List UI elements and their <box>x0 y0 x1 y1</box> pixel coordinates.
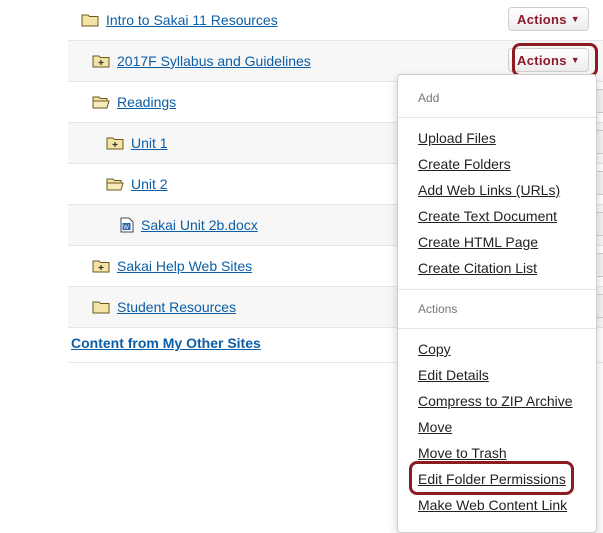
caret-down-icon: ▼ <box>570 14 580 24</box>
menu-header-add: Add <box>418 91 440 105</box>
folder-open-icon <box>92 96 110 109</box>
menu-divider <box>398 117 596 118</box>
other-sites-link[interactable]: Content from My Other Sites <box>71 335 261 351</box>
tree-item-label[interactable]: Unit 1 <box>131 135 168 151</box>
svg-text:W: W <box>123 225 129 231</box>
word-document-icon: W <box>120 217 134 233</box>
actions-button-highlight <box>512 43 598 77</box>
folder-icon <box>92 301 110 314</box>
menu-divider <box>398 289 596 290</box>
menu-item-add-web-links[interactable]: Add Web Links (URLs) <box>418 182 560 198</box>
tree-item-label[interactable]: Sakai Unit 2b.docx <box>141 217 258 233</box>
menu-divider <box>398 328 596 329</box>
menu-item-move-to-trash[interactable]: Move to Trash <box>418 445 507 461</box>
actions-button[interactable]: Actions ▼ <box>508 7 589 31</box>
menu-item-copy[interactable]: Copy <box>418 341 451 357</box>
folder-icon <box>81 14 99 27</box>
menu-item-create-citation-list[interactable]: Create Citation List <box>418 260 537 276</box>
menu-item-upload-files[interactable]: Upload Files <box>418 130 496 146</box>
tree-item-label[interactable]: Student Resources <box>117 299 236 315</box>
tree-item-label[interactable]: Sakai Help Web Sites <box>117 258 252 274</box>
menu-item-create-folders[interactable]: Create Folders <box>418 156 511 172</box>
menu-header-actions: Actions <box>418 302 458 316</box>
tree-item[interactable]: Sakai Help Web Sites <box>92 246 252 286</box>
edit-folder-permissions-highlight <box>409 461 574 495</box>
menu-item-create-html-page[interactable]: Create HTML Page <box>418 234 538 250</box>
tree-item[interactable]: Readings <box>92 82 176 122</box>
menu-item-create-text-document[interactable]: Create Text Document <box>418 208 557 224</box>
tree-item[interactable]: Unit 1 <box>106 123 168 163</box>
tree-item-label[interactable]: Intro to Sakai 11 Resources <box>106 12 278 28</box>
tree-item-label[interactable]: Readings <box>117 94 176 110</box>
tree-item[interactable]: Intro to Sakai 11 Resources <box>81 0 278 40</box>
folder-expand-icon <box>92 55 110 68</box>
menu-item-edit-details[interactable]: Edit Details <box>418 367 489 383</box>
folder-expand-icon <box>92 260 110 273</box>
tree-row: Intro to Sakai 11 Resources Actions ▼ <box>68 0 603 41</box>
folder-expand-icon <box>106 137 124 150</box>
tree-item-label[interactable]: 2017F Syllabus and Guidelines <box>117 53 311 69</box>
tree-item-label[interactable]: Unit 2 <box>131 176 168 192</box>
actions-label: Actions <box>517 11 567 27</box>
folder-open-icon <box>106 178 124 191</box>
tree-item[interactable]: Student Resources <box>92 287 236 327</box>
menu-item-move[interactable]: Move <box>418 419 452 435</box>
menu-item-make-web-content-link[interactable]: Make Web Content Link <box>418 497 567 513</box>
menu-item-compress-zip[interactable]: Compress to ZIP Archive <box>418 393 573 409</box>
tree-item[interactable]: 2017F Syllabus and Guidelines <box>92 41 311 81</box>
tree-item[interactable]: Unit 2 <box>106 164 168 204</box>
tree-item[interactable]: W Sakai Unit 2b.docx <box>120 205 258 245</box>
